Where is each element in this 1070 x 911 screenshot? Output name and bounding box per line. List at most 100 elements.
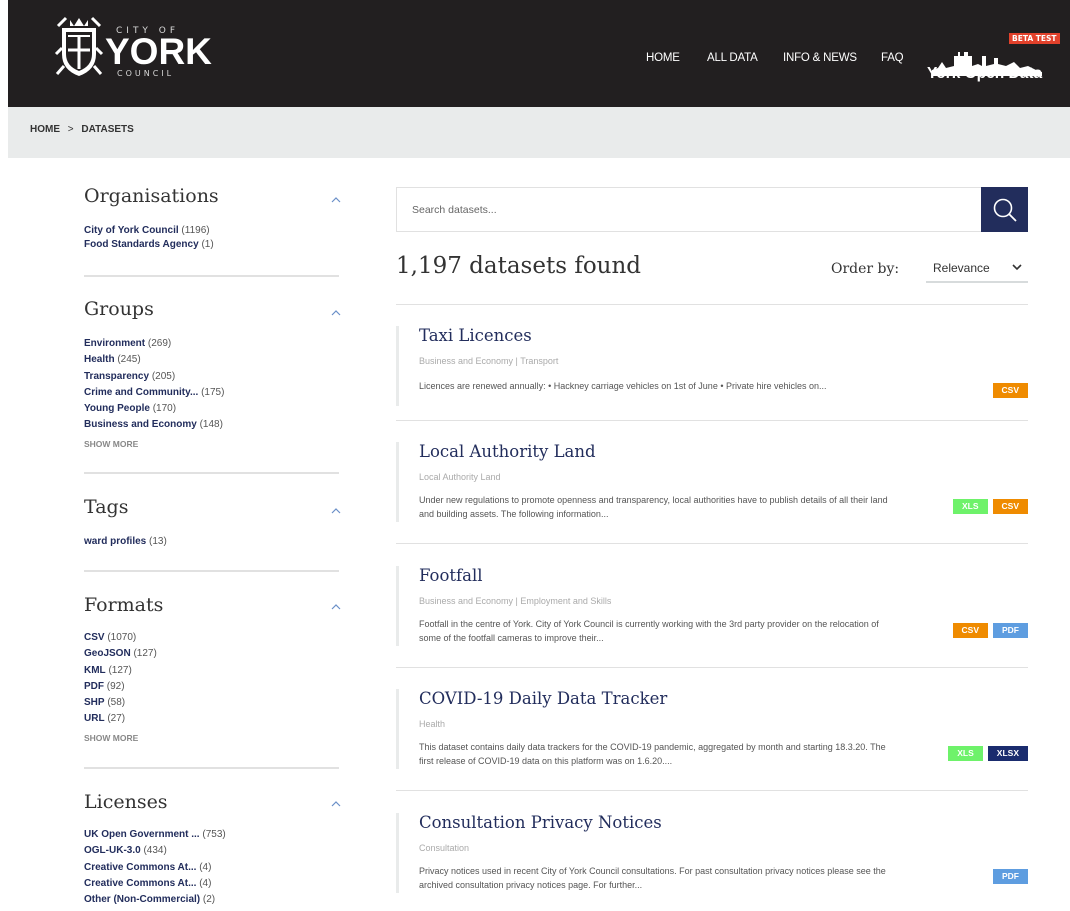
york-open-data-title[interactable]: York Open Data: [927, 65, 1042, 83]
facet-item[interactable]: Young People (170): [84, 401, 224, 417]
dataset-accent-bar: [396, 813, 399, 893]
facet-item[interactable]: ward profiles (13): [84, 534, 167, 550]
divider: [396, 790, 1028, 791]
facet-title-organisations: Organisations: [84, 185, 219, 207]
dataset-item[interactable]: Taxi Licences Business and Economy | Tra…: [396, 326, 1028, 406]
facet-title-formats: Formats: [84, 594, 164, 616]
facet-item[interactable]: Health (245): [84, 352, 224, 368]
dataset-title[interactable]: Footfall: [419, 566, 483, 585]
dataset-description: Under new regulations to promote opennes…: [419, 495, 888, 519]
breadcrumb-separator: >: [67, 124, 74, 135]
facet-item[interactable]: Creative Commons At... (4): [84, 860, 226, 876]
dataset-description: Licences are renewed annually: • Hackney…: [419, 381, 827, 391]
dataset-categories: Consultation: [419, 843, 470, 853]
chevron-up-icon[interactable]: [331, 604, 341, 610]
dataset-formats: CSV: [988, 378, 1028, 398]
search-input[interactable]: [397, 188, 982, 231]
breadcrumb: HOME > DATASETS: [30, 124, 134, 135]
divider: [84, 767, 339, 769]
facet-item[interactable]: CSV (1070): [84, 630, 157, 646]
facet-title-licenses: Licenses: [84, 791, 168, 813]
divider: [396, 543, 1028, 544]
dataset-categories: Business and Economy | Employment and Sk…: [419, 596, 612, 606]
divider: [84, 275, 339, 277]
format-badge-csv[interactable]: CSV: [952, 623, 988, 638]
nav-home[interactable]: HOME: [646, 52, 680, 64]
order-by-value: Relevance: [933, 261, 990, 275]
divider: [396, 304, 1028, 305]
facet-item[interactable]: GeoJSON (127): [84, 646, 157, 662]
facet-item[interactable]: Crime and Community... (175): [84, 385, 224, 401]
format-badge-csv[interactable]: CSV: [992, 383, 1028, 398]
chevron-up-icon[interactable]: [331, 197, 341, 203]
nav-all-data[interactable]: ALL DATA: [707, 52, 758, 64]
chevron-down-icon: [1012, 264, 1022, 271]
facet-item[interactable]: UK Open Government ... (753): [84, 827, 226, 843]
breadcrumb-current[interactable]: DATASETS: [81, 124, 133, 135]
facet-item[interactable]: Business and Economy (148): [84, 417, 224, 433]
format-badge-xls[interactable]: XLS: [948, 746, 983, 761]
facet-item[interactable]: PDF (92): [84, 679, 157, 695]
facet-item[interactable]: Other (Non-Commercial) (2): [84, 892, 226, 908]
dataset-categories: Health: [419, 719, 446, 729]
order-by-label: Order by:: [831, 261, 900, 277]
dataset-accent-bar: [396, 566, 399, 646]
chevron-up-icon[interactable]: [331, 801, 341, 807]
facet-item[interactable]: Environment (269): [84, 336, 224, 352]
divider: [84, 472, 339, 474]
search-box: [396, 187, 1028, 232]
facet-item[interactable]: KML (127): [84, 663, 157, 679]
logo-council-text: COUNCIL: [117, 69, 175, 78]
facet-item[interactable]: Creative Commons At... (4): [84, 876, 226, 892]
dataset-categories: Local Authority Land: [419, 472, 501, 482]
dataset-title[interactable]: Local Authority Land: [419, 442, 596, 461]
facet-item[interactable]: Transparency (205): [84, 369, 224, 385]
facet-item[interactable]: SHP (58): [84, 695, 157, 711]
divider: [396, 667, 1028, 668]
breadcrumb-home[interactable]: HOME: [30, 124, 60, 135]
dataset-item[interactable]: Local Authority Land Local Authority Lan…: [396, 442, 1028, 522]
facet-item[interactable]: URL (27): [84, 711, 157, 727]
facet-list-licenses: UK Open Government ... (753) OGL-UK-3.0 …: [84, 827, 226, 908]
dataset-title[interactable]: Taxi Licences: [419, 326, 532, 345]
dataset-formats: XLS CSV: [948, 494, 1028, 514]
dataset-categories: Business and Economy | Transport: [419, 356, 559, 366]
dataset-item[interactable]: Footfall Business and Economy | Employme…: [396, 566, 1028, 646]
facet-list-groups: Environment (269) Health (245) Transpare…: [84, 336, 224, 434]
show-more-formats-link[interactable]: SHOW MORE: [84, 733, 138, 743]
format-badge-pdf[interactable]: PDF: [993, 623, 1028, 638]
facet-list-tags: ward profiles (13): [84, 534, 167, 550]
dataset-formats: CSV PDF: [948, 618, 1028, 638]
nav-info-news[interactable]: INFO & NEWS: [783, 52, 857, 64]
dataset-accent-bar: [396, 326, 399, 406]
dataset-accent-bar: [396, 689, 399, 769]
breadcrumb-bar: [8, 107, 1070, 158]
format-badge-xls[interactable]: XLS: [952, 499, 988, 514]
facet-list-organisations: City of York Council (1196) Food Standar…: [84, 223, 214, 254]
logo-york-text[interactable]: YORK: [105, 31, 212, 73]
format-badge-csv[interactable]: CSV: [992, 499, 1028, 514]
facet-item[interactable]: Food Standards Agency (1): [84, 237, 214, 253]
dataset-title[interactable]: COVID-19 Daily Data Tracker: [419, 689, 667, 708]
facet-item[interactable]: OGL-UK-3.0 (434): [84, 843, 226, 859]
search-button[interactable]: [981, 187, 1028, 232]
city-of-york-crest-icon[interactable]: [54, 14, 104, 80]
nav-faq[interactable]: FAQ: [881, 52, 904, 64]
dataset-item[interactable]: COVID-19 Daily Data Tracker Health This …: [396, 689, 1028, 769]
order-by-select[interactable]: Relevance: [926, 252, 1028, 283]
chevron-up-icon[interactable]: [331, 310, 341, 316]
format-badge-pdf[interactable]: PDF: [993, 869, 1028, 884]
dataset-title[interactable]: Consultation Privacy Notices: [419, 813, 662, 832]
facet-list-formats: CSV (1070) GeoJSON (127) KML (127) PDF (…: [84, 630, 157, 728]
site-header: CITY OF YORK COUNCIL HOME ALL DATA INFO …: [8, 0, 1070, 107]
dataset-description: Footfall in the centre of York. City of …: [419, 619, 879, 643]
facet-title-tags: Tags: [84, 496, 129, 518]
divider: [84, 570, 339, 572]
format-badge-xlsx[interactable]: XLSX: [987, 746, 1028, 761]
show-more-groups-link[interactable]: SHOW MORE: [84, 439, 138, 449]
facet-title-groups: Groups: [84, 298, 154, 320]
dataset-item[interactable]: Consultation Privacy Notices Consultatio…: [396, 813, 1028, 893]
chevron-up-icon[interactable]: [331, 508, 341, 514]
dataset-accent-bar: [396, 442, 399, 522]
dataset-formats: PDF: [988, 864, 1028, 884]
